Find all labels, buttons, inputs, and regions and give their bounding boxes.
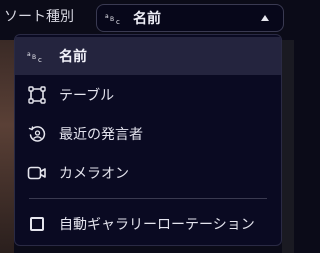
checkbox-icon[interactable] — [27, 214, 47, 234]
menu-item-label: テーブル — [59, 88, 115, 104]
auto-rotation-checkbox[interactable] — [30, 217, 44, 231]
svg-text:a: a — [27, 51, 31, 58]
auto-gallery-rotation-option[interactable]: 自動ギャラリーローテーション — [15, 205, 281, 243]
svg-text:c: c — [116, 18, 120, 25]
sort-type-dropdown[interactable]: a B c 名前 — [96, 4, 284, 32]
svg-text:c: c — [38, 56, 42, 63]
background-panel-strip — [282, 40, 294, 253]
background-photo-strip — [0, 40, 14, 253]
menu-item-camera-on[interactable]: カメラオン — [15, 154, 281, 192]
menu-item-label: 最近の発言者 — [59, 127, 143, 143]
name-sort-icon: a B c — [27, 46, 47, 66]
menu-item-recent-speaker[interactable]: 最近の発言者 — [15, 115, 281, 153]
menu-item-name[interactable]: a B c 名前 — [15, 37, 281, 75]
menu-divider — [29, 198, 267, 199]
table-layout-icon — [27, 85, 47, 105]
menu-item-table[interactable]: テーブル — [15, 76, 281, 114]
camera-icon — [27, 163, 47, 183]
auto-rotation-label: 自動ギャラリーローテーション — [59, 217, 255, 233]
recent-speaker-icon — [27, 124, 47, 144]
name-sort-icon: a B c — [105, 11, 125, 25]
menu-item-label: カメラオン — [59, 166, 129, 182]
svg-text:a: a — [105, 13, 109, 20]
sort-selected-value: 名前 — [133, 11, 161, 27]
svg-text:B: B — [110, 16, 114, 23]
sort-type-label: ソート種別 — [4, 9, 74, 25]
sort-options-menu: a B c 名前 テーブル 最近の発言者 カメラオン 自動ギャラリーローテーショ… — [14, 34, 282, 246]
svg-text:B: B — [32, 54, 36, 61]
chevron-up-icon — [261, 15, 269, 21]
menu-item-label: 名前 — [59, 49, 87, 65]
